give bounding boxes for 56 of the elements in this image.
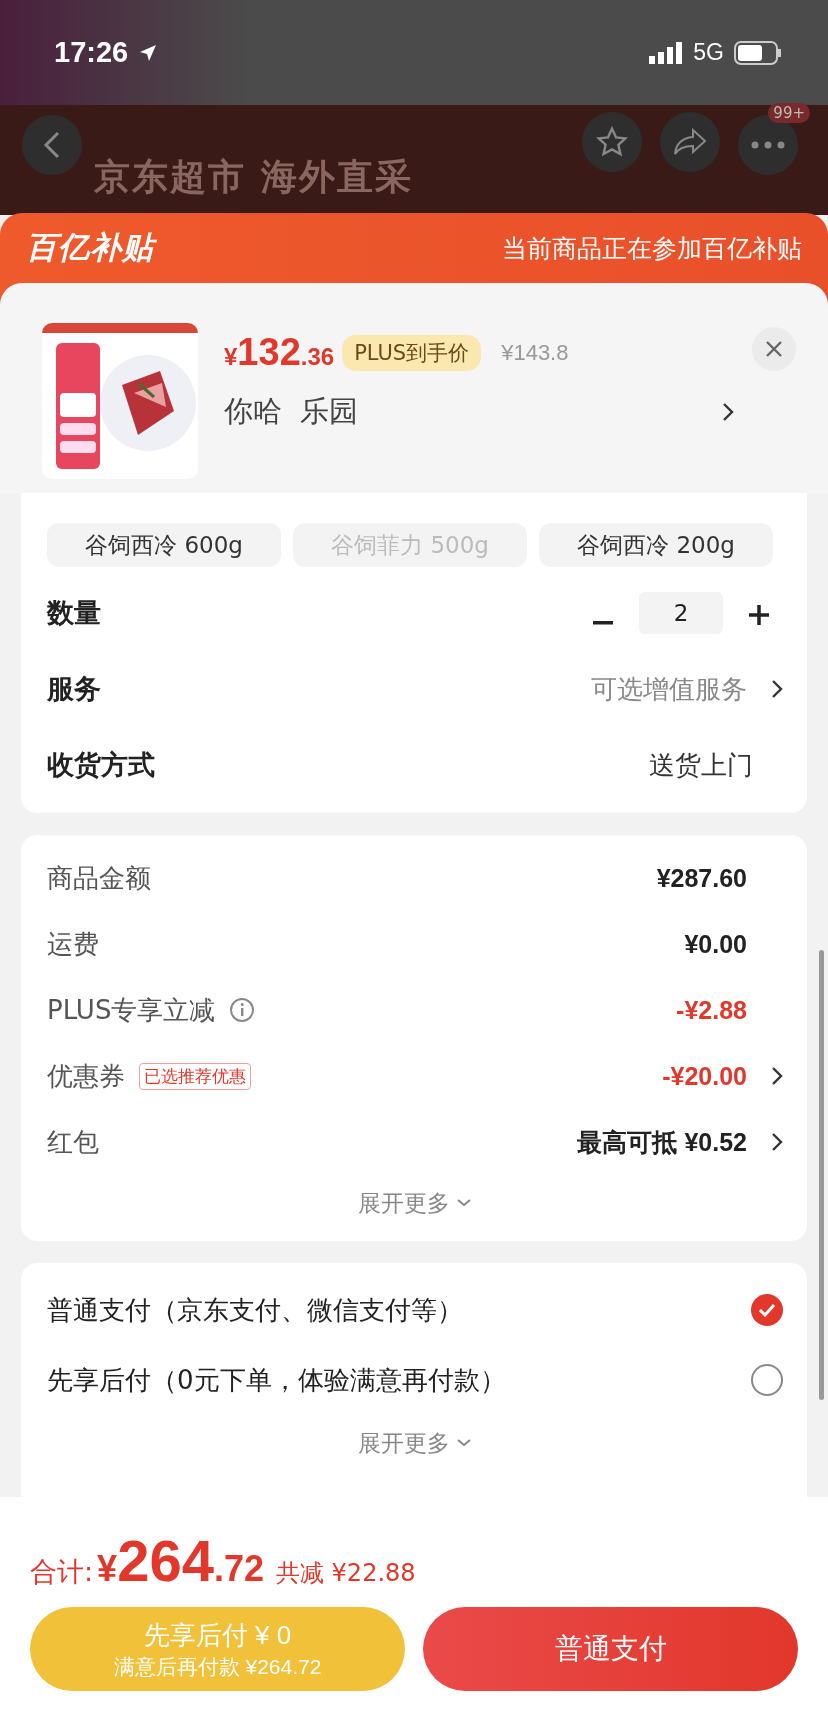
more-icon (751, 141, 785, 149)
status-time: 17:26 (54, 36, 129, 69)
network-label: 5G (693, 39, 724, 66)
expand-more-link[interactable]: 展开更多 (352, 1415, 478, 1471)
battery-icon (734, 40, 782, 65)
close-button[interactable] (752, 327, 796, 371)
star-icon (596, 126, 628, 158)
banner-title: 京东超市 海外直采 (94, 155, 413, 199)
radio-button[interactable] (751, 1364, 783, 1396)
fee-value: 最高可抵 ¥0.52 (577, 1126, 747, 1158)
minus-icon (593, 620, 613, 625)
chevron-right-icon (771, 1066, 783, 1086)
total-saving: 共减 ¥22.88 (275, 1558, 416, 1589)
subsidy-notice: 当前商品正在参加百亿补贴 (502, 232, 802, 265)
share-icon (673, 128, 707, 156)
payment-option[interactable]: 普通支付（京东支付、微信支付等） (47, 1292, 463, 1328)
quantity-field[interactable]: 2 (639, 592, 723, 634)
fee-label: 商品金额 (47, 861, 151, 895)
fee-value: -¥20.00 (662, 1061, 747, 1091)
chevron-right-icon (722, 402, 734, 422)
notification-badge: 99+ (768, 103, 810, 123)
payment-option[interactable]: 先享后付（0元下单，体验满意再付款） (47, 1362, 506, 1398)
chevron-down-icon (456, 1198, 472, 1208)
product-name: 你哈 乐园 (224, 393, 359, 430)
fee-label: 红包 (47, 1125, 99, 1159)
fee-value: ¥287.60 (656, 863, 747, 893)
fee-label: 运费 (47, 927, 99, 961)
chevron-down-icon (456, 1438, 472, 1448)
option-label: 服务 (47, 672, 101, 706)
chevron-right-icon (771, 679, 783, 699)
option-value[interactable]: 可选增值服务 (591, 671, 747, 707)
option-value: 送货上门 (649, 748, 753, 782)
fee-label: 优惠券 (47, 1059, 125, 1093)
close-icon (765, 340, 783, 358)
fee-value: ¥0.00 (684, 929, 747, 959)
product-price: ¥132.36 (224, 331, 335, 374)
expand-more-link[interactable]: 展开更多 (352, 1175, 478, 1231)
spec-option[interactable]: 谷饲西冷 200g (539, 523, 773, 567)
coupon-tag: 已选推荐优惠 (139, 1062, 251, 1090)
option-label: 数量 (47, 596, 101, 630)
back-icon (42, 130, 62, 160)
price-tag: PLUS到手价 (342, 334, 482, 371)
fee-label: PLUS专享立减 (47, 993, 216, 1027)
pay-button[interactable]: 普通支付 (423, 1607, 798, 1691)
original-price: ¥143.8 (501, 339, 569, 366)
plus-icon (749, 604, 769, 625)
fee-value: -¥2.88 (676, 995, 747, 1025)
signal-icon (649, 41, 684, 64)
total-price: ¥264.72 (97, 1527, 264, 1594)
location-arrow-icon (138, 42, 159, 63)
chevron-right-icon (771, 1132, 783, 1152)
check-icon (758, 1303, 776, 1317)
radio-button[interactable] (751, 1294, 783, 1326)
total-label: 合计: (30, 1555, 94, 1589)
option-label: 收货方式 (47, 748, 155, 782)
spec-option[interactable]: 谷饲西冷 600g (47, 523, 281, 567)
